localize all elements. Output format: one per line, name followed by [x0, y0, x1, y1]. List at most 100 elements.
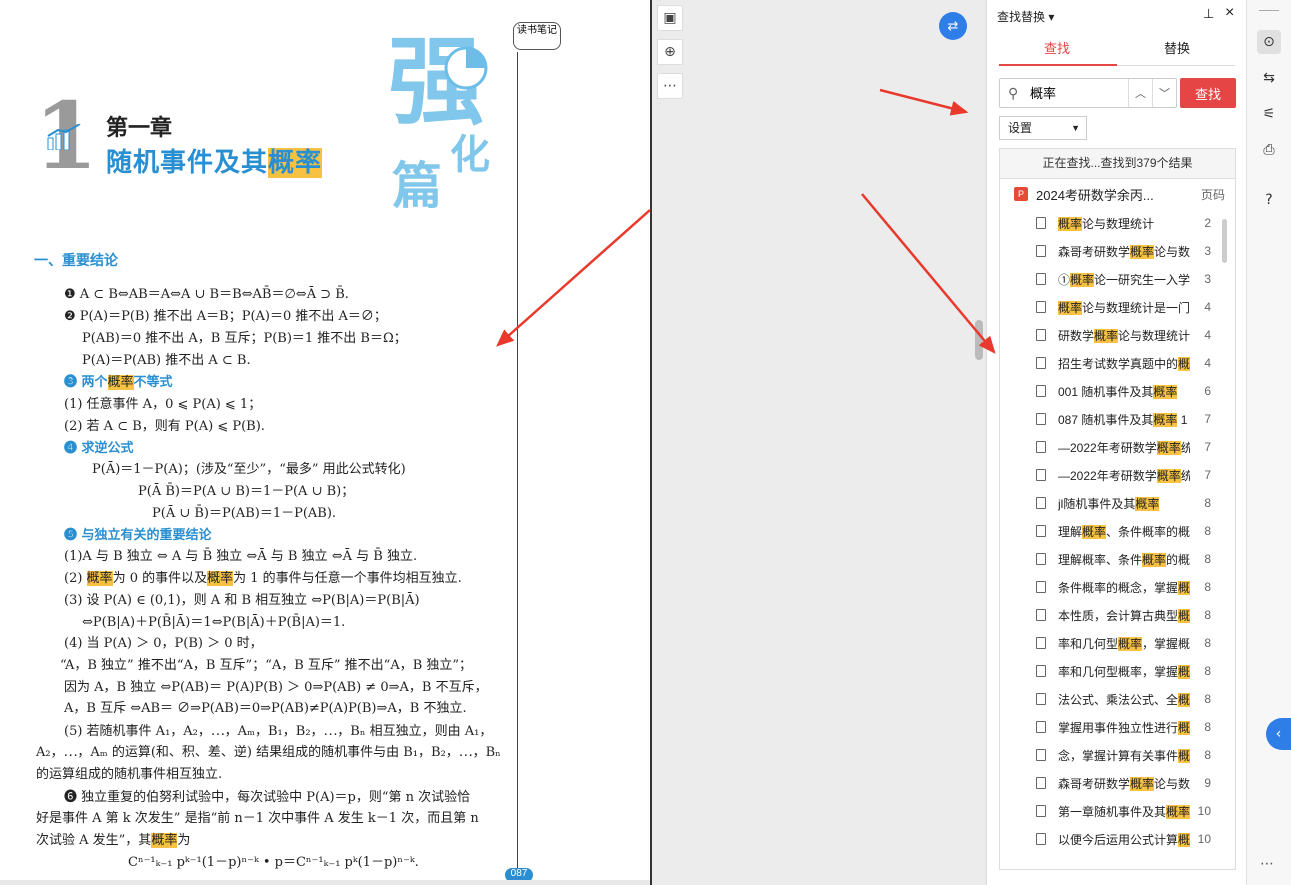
settings-dropdown[interactable]: 设置 ▼ [999, 116, 1087, 140]
line-text: ❺ 与独立有关的重要结论 [64, 528, 212, 543]
search-input[interactable] [1030, 85, 1122, 100]
help-icon[interactable]: ? [1257, 188, 1281, 212]
result-document-row[interactable]: P 2024考研数学余丙... 页码 [1000, 179, 1235, 209]
more-options-icon[interactable]: ⋯ [1260, 856, 1274, 872]
result-item[interactable]: 概率论与数理统计是一门 4 [1000, 293, 1235, 321]
file-icon [1036, 301, 1046, 313]
result-item[interactable]: 掌握用事件独立性进行概 8 [1000, 713, 1235, 741]
find-button[interactable]: 查找 [1180, 78, 1236, 108]
result-highlight: 概 [1178, 748, 1190, 763]
result-text: 念，掌握计算有关事件概 [1058, 747, 1190, 764]
result-page: 2 [1204, 216, 1211, 230]
document-line: (3) 设 P(A) ∈ (0,1)，则 A 和 B 相互独立 ⇔P(B|A)＝… [64, 589, 420, 608]
result-item[interactable]: 森哥考研数学概率论与数 3 [1000, 237, 1235, 265]
file-icon [1036, 609, 1046, 621]
result-item[interactable]: 招生考试数学真题中的概 4 [1000, 349, 1235, 377]
translate-icon[interactable]: ⇄ [939, 12, 967, 40]
line-text: ❷ P(A)＝P(B) 推不出 A＝B；P(A)＝0 推不出 A＝∅； [64, 309, 387, 324]
tab-find[interactable]: 查找 [1017, 38, 1097, 57]
result-item[interactable]: 法公式、乘法公式、全概 8 [1000, 685, 1235, 713]
result-fragment: jl随机事件及其 [1058, 496, 1136, 511]
result-item[interactable]: 087 随机事件及其概率 1 7 [1000, 405, 1235, 433]
result-page: 8 [1204, 580, 1211, 594]
panel-title[interactable]: 查找替换 ▾ [997, 8, 1054, 25]
collapse-panel-button[interactable]: ‹ [1266, 718, 1291, 750]
result-item[interactable]: 001 随机事件及其概率 6 [1000, 377, 1235, 405]
document-line: ❻ 独立重复的伯努利试验中，每次试验中 P(A)＝p，则“第 n 次试验恰 [64, 786, 470, 805]
result-item[interactable]: 理解概率、条件概率的概 8 [1000, 545, 1235, 573]
result-highlight: 概率 [1156, 440, 1181, 455]
image-icon[interactable]: ▣ [657, 5, 683, 31]
result-item[interactable]: 森哥考研数学概率论与数 9 [1000, 769, 1235, 797]
line-text: (2) [64, 571, 87, 586]
chevron-up-icon[interactable]: ︿ [1128, 79, 1152, 107]
result-fragment: 论与数理统计 [1118, 328, 1190, 343]
file-icon [1036, 273, 1046, 285]
zoom-in-icon[interactable]: ⊕ [657, 39, 683, 65]
result-fragment: ，掌握概 [1142, 636, 1190, 651]
pin-icon[interactable]: ⊥ [1203, 6, 1214, 22]
line-text: ❻ 独立重复的伯努利试验中，每次试验中 P(A)＝p，则“第 n 次试验恰 [64, 790, 471, 805]
result-text: jl随机事件及其概率 [1058, 495, 1190, 512]
file-icon [1036, 469, 1046, 481]
file-icon [1036, 637, 1046, 649]
sidebar-grip [1259, 10, 1279, 11]
result-text: 087 随机事件及其概率 1 [1058, 411, 1190, 428]
sliders-icon[interactable]: ⚟ [1257, 102, 1281, 126]
document-line: ❸ 两个概率不等式 [64, 371, 173, 390]
document-line: P(A)＝P(AB) 推不出 A ⊂ B. [82, 349, 251, 368]
result-item[interactable]: 本性质，会计算古典型概 8 [1000, 601, 1235, 629]
result-item[interactable]: 研数学概率论与数理统计 4 [1000, 321, 1235, 349]
file-icon [1036, 385, 1046, 397]
result-fragment: ① [1058, 272, 1071, 287]
chevron-down-icon[interactable]: ﹀ [1152, 79, 1176, 107]
result-item[interactable]: 率和几何型概率，掌握概 8 [1000, 629, 1235, 657]
result-highlight: 概 [1178, 580, 1190, 595]
search-highlight: 概率 [151, 833, 178, 848]
result-highlight: 概率 [1135, 496, 1160, 511]
line-text: A₂，⋯，Aₘ 的运算(和、积、差、逆) 结果组成的随机事件与由 B₁，B₂，⋯… [36, 745, 501, 760]
result-fragment: 第一章随机事件及其 [1058, 804, 1167, 819]
result-fragment: 念，掌握计算有关事件 [1058, 748, 1179, 763]
result-item[interactable]: 念，掌握计算有关事件概 8 [1000, 741, 1235, 769]
line-text: 不等式 [133, 375, 173, 390]
result-item[interactable]: 以便今后运用公式计算概 10 [1000, 825, 1235, 853]
find-replace-icon[interactable]: ⊙ [1257, 30, 1281, 54]
result-item[interactable]: jl随机事件及其概率 8 [1000, 489, 1235, 517]
line-text: A，B 互斥 ⇔AB＝ ∅⇒P(AB)＝0⇒P(AB)≠P(A)P(B)⇒A，B… [64, 701, 467, 716]
result-item[interactable]: 第一章随机事件及其概率 10 [1000, 797, 1235, 825]
book-icon[interactable]: ⎙ [1257, 138, 1281, 162]
result-fragment: 1 [1177, 412, 1188, 427]
result-text: 第一章随机事件及其概率 [1058, 803, 1190, 820]
result-item[interactable]: —2022年考研数学概率统 7 [1000, 461, 1235, 489]
right-sidebar: ⊙ ⇆ ⚟ ⎙ ? [1246, 0, 1291, 885]
result-item[interactable]: ①概率论一研究生一入学 3 [1000, 265, 1235, 293]
result-text: 条件概率的概念，掌握概 [1058, 579, 1190, 596]
document-line: P(AB)＝0 推不出 A，B 互斥；P(B)＝1 推不出 B＝Ω； [82, 327, 407, 346]
line-text: 因为 A，B 独立 ⇔P(AB)＝ P(A)P(B) ＞ 0⇒P(AB) ≠ 0… [64, 680, 488, 695]
result-page: 6 [1204, 384, 1211, 398]
more-icon[interactable]: ⋯ [657, 73, 683, 99]
tab-active-underline [999, 64, 1117, 66]
close-icon[interactable]: × [1225, 4, 1234, 22]
file-icon [1036, 665, 1046, 677]
mini-toolbar: ▣ ⊕ ⋯ [657, 5, 685, 107]
document-line: 次试验 A 发生”，其概率为 [36, 829, 190, 848]
swap-icon[interactable]: ⇆ [1257, 66, 1281, 90]
result-item[interactable]: 概率论与数理统计 2 [1000, 209, 1235, 237]
result-item[interactable]: 理解概率、条件概率的概 8 [1000, 517, 1235, 545]
result-highlight: 概率 [1156, 468, 1181, 483]
result-highlight: 概 [1178, 720, 1190, 735]
result-item[interactable]: —2022年考研数学概率统 7 [1000, 433, 1235, 461]
tab-replace[interactable]: 替换 [1137, 38, 1217, 57]
chapter-title: 随机事件及其概率 [106, 142, 323, 179]
file-icon [1036, 217, 1046, 229]
result-page: 8 [1204, 720, 1211, 734]
chapter-title-highlight: 概率 [268, 148, 323, 178]
result-item[interactable]: 条件概率的概念，掌握概 8 [1000, 573, 1235, 601]
result-item[interactable]: 率和几何型概率，掌握概 8 [1000, 657, 1235, 685]
document-scrollbar[interactable] [975, 320, 983, 360]
result-text: 以便今后运用公式计算概 [1058, 831, 1190, 848]
document-line: 因为 A，B 独立 ⇔P(AB)＝ P(A)P(B) ＞ 0⇒P(AB) ≠ 0… [64, 676, 488, 695]
line-text: Cⁿ⁻¹ₖ₋₁ pᵏ⁻¹(1－p)ⁿ⁻ᵏ • p＝Cⁿ⁻¹ₖ₋₁ pᵏ(1－p)… [128, 855, 419, 870]
